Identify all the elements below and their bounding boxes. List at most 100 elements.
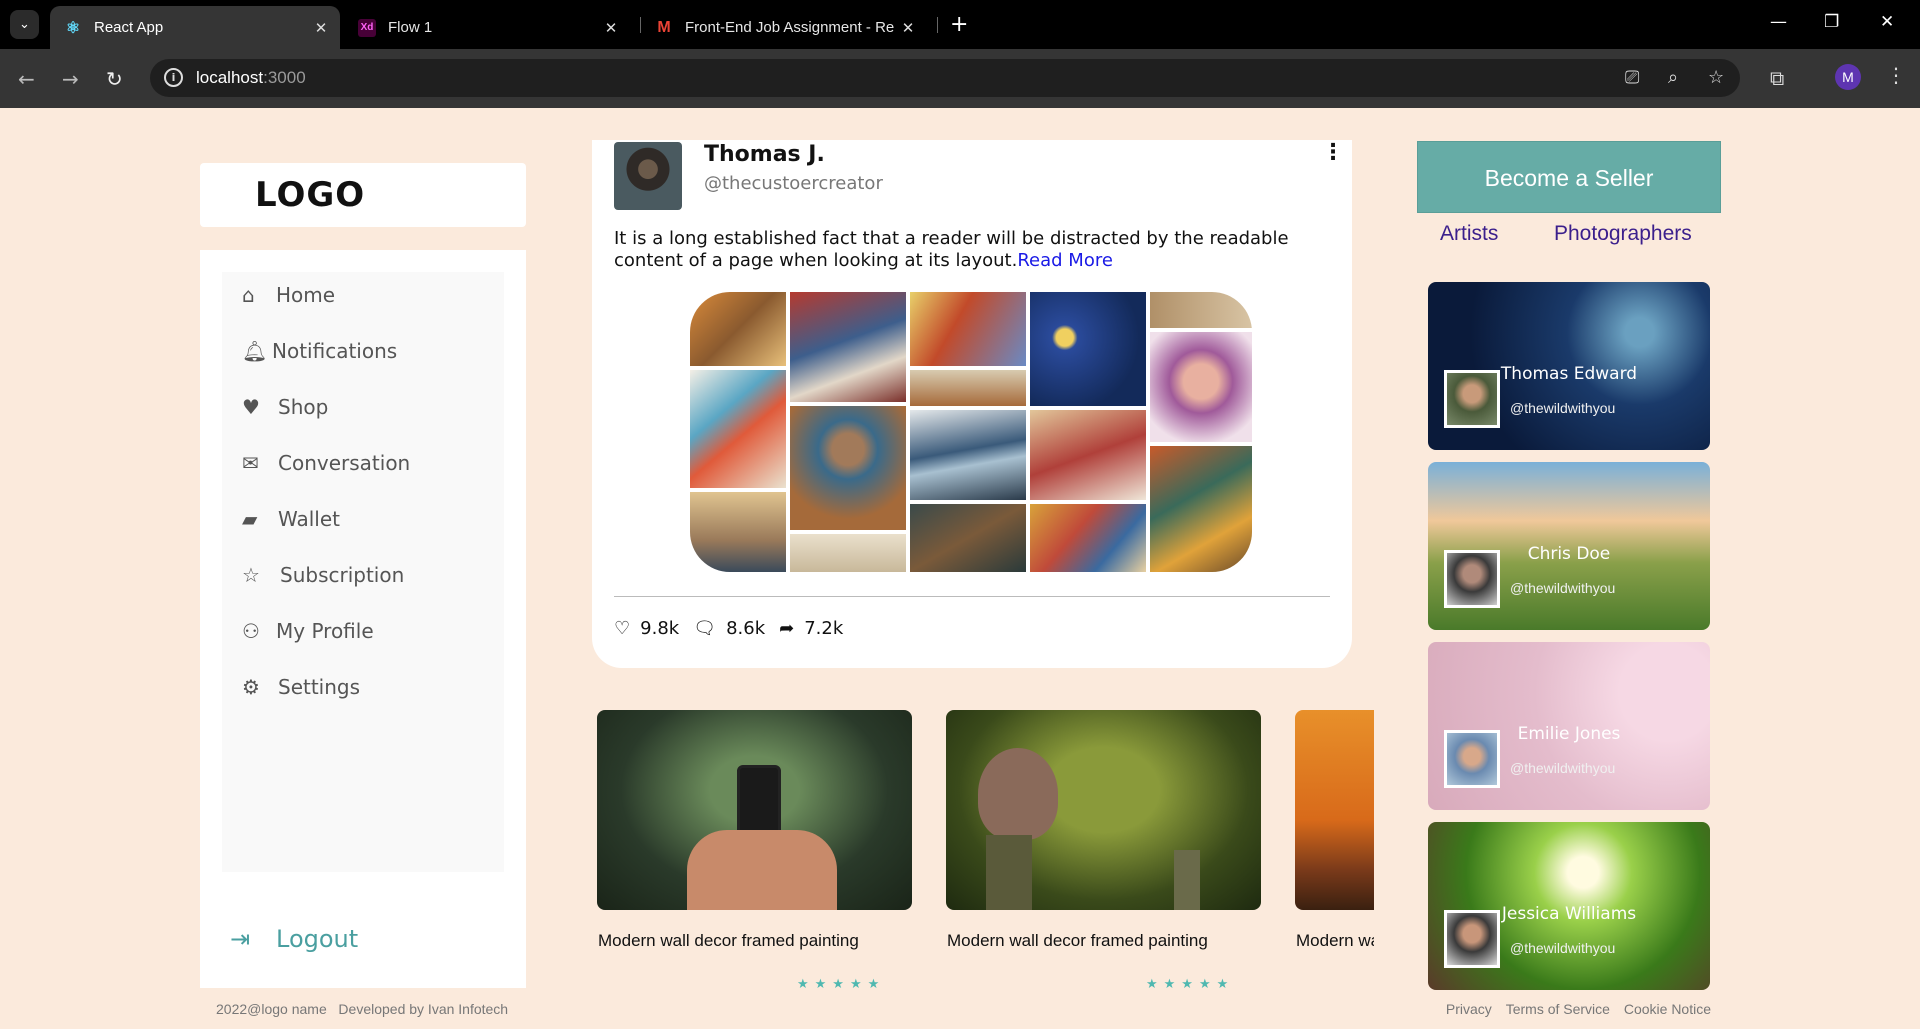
collage-tile: [910, 410, 1026, 500]
profile-card[interactable]: Jessica Williams @thewildwithyou: [1428, 822, 1710, 990]
profile-name: Jessica Williams: [1501, 904, 1637, 924]
profile-card[interactable]: Thomas Edward @thewildwithyou: [1428, 282, 1710, 450]
product-card[interactable]: Modern wall decor framed painting ★★★★★: [1290, 705, 1374, 990]
tab-search-button[interactable]: ⌄: [10, 10, 39, 39]
collage-tile: [910, 370, 1026, 406]
tab-title: Front-End Job Assignment - Re: [685, 19, 895, 36]
home-icon: ⌂: [242, 283, 255, 307]
profile-handle: @thewildwithyou: [1510, 580, 1616, 596]
logout-button[interactable]: ⇥ Logout: [230, 925, 358, 953]
logo-card: LOGO: [200, 163, 526, 227]
product-title: Modern wall decor framed painting: [947, 931, 1208, 950]
site-info-icon[interactable]: i: [164, 68, 183, 87]
comments-count: 8.6k: [726, 618, 766, 639]
sidebar-item-home[interactable]: ⌂ Home: [242, 280, 335, 310]
window-close-icon[interactable]: ✕: [1880, 12, 1894, 32]
zoom-icon[interactable]: ⌕: [1668, 67, 1678, 88]
star-icon: ☆: [242, 563, 260, 587]
address-bar-row: ← → ↻ i localhost:3000 ⎚ ⌕ ☆ ⧉ M ⋮: [0, 49, 1920, 108]
sidebar-item-label: Shop: [278, 395, 329, 419]
share-icon[interactable]: ➦: [779, 618, 794, 639]
tab-gmail[interactable]: M Front-End Job Assignment - Re ✕: [647, 6, 927, 49]
sidebar-item-wallet[interactable]: ▰ Wallet: [242, 504, 340, 534]
new-tab-plus-icon[interactable]: +: [950, 12, 968, 37]
footer-developer[interactable]: Developed by Ivan Infotech: [338, 1001, 508, 1017]
sidebar-item-label: My Profile: [276, 619, 374, 643]
read-more-link[interactable]: Read More: [1017, 250, 1113, 271]
post-author-name[interactable]: Thomas J.: [704, 142, 825, 167]
close-icon[interactable]: ✕: [600, 19, 622, 37]
terms-link[interactable]: Terms of Service: [1506, 1001, 1610, 1017]
collage-tile: [910, 504, 1026, 572]
gmail-icon: M: [657, 18, 671, 36]
collage-tile: [1030, 292, 1146, 406]
product-card[interactable]: Modern wall decor framed painting ★★★★★: [592, 705, 922, 990]
product-title: Modern wall decor framed painting: [598, 931, 859, 950]
collage-tile: [1150, 446, 1252, 572]
collage-tile: [690, 292, 786, 366]
sidebar-item-settings[interactable]: ⚙ Settings: [242, 672, 360, 702]
sidebar-item-conversation[interactable]: ✉ Conversation: [242, 448, 410, 478]
become-seller-button[interactable]: Become a Seller: [1417, 141, 1721, 213]
collage-tile: [690, 370, 786, 488]
avatar[interactable]: [614, 142, 682, 210]
collage-tile: [790, 292, 906, 402]
product-card[interactable]: Modern wall decor framed painting ★★★★★: [941, 705, 1271, 990]
forward-arrow-icon[interactable]: →: [62, 67, 79, 91]
tab-react-app[interactable]: ⚛ React App ✕: [50, 6, 340, 49]
url-text: localhost:3000: [196, 68, 306, 88]
minimize-icon[interactable]: —: [1770, 12, 1787, 32]
stump-shape: [986, 835, 1032, 910]
close-icon[interactable]: ✕: [310, 19, 332, 37]
wallet-icon: ▰: [242, 507, 258, 531]
envelope-icon: ✉: [242, 451, 259, 475]
profile-card[interactable]: Chris Doe @thewildwithyou: [1428, 462, 1710, 630]
extensions-puzzle-icon[interactable]: ⧉: [1770, 66, 1784, 90]
sidebar-item-notifications[interactable]: 🔔︎ Notifications: [242, 336, 397, 366]
profile-handle: @thewildwithyou: [1510, 760, 1616, 776]
address-input[interactable]: i localhost:3000 ⎚ ⌕ ☆: [150, 59, 1740, 97]
bookmark-star-icon[interactable]: ☆: [1708, 67, 1724, 88]
photographers-link[interactable]: Photographers: [1554, 222, 1692, 246]
sidebar-item-my-profile[interactable]: ⚇ My Profile: [242, 616, 374, 646]
profile-handle: @thewildwithyou: [1510, 940, 1616, 956]
browser-tab-bar: ⌄ ⚛ React App ✕ Xd Flow 1 ✕ M Front-End …: [0, 0, 1920, 49]
product-image[interactable]: [597, 710, 912, 910]
browser-menu-icon[interactable]: ⋮: [1886, 63, 1906, 87]
artists-link[interactable]: Artists: [1440, 222, 1498, 246]
profile-card[interactable]: Emilie Jones @thewildwithyou: [1428, 642, 1710, 810]
post-text: It is a long established fact that a rea…: [614, 228, 1289, 271]
sidebar-item-shop[interactable]: ♥ Shop: [242, 392, 328, 422]
collage-tile: [790, 406, 906, 530]
product-image[interactable]: [1295, 710, 1374, 910]
comment-icon[interactable]: 🗨︎: [693, 618, 716, 639]
install-app-icon[interactable]: ⎚: [1625, 67, 1639, 88]
user-icon: ⚇: [242, 619, 260, 643]
tab-flow-1[interactable]: Xd Flow 1 ✕: [350, 6, 630, 49]
reload-icon[interactable]: ↻: [106, 67, 123, 91]
url-port: :3000: [263, 68, 306, 87]
post-image-collage[interactable]: [690, 292, 1252, 572]
privacy-link[interactable]: Privacy: [1446, 1001, 1492, 1017]
profile-name: Emilie Jones: [1517, 724, 1621, 744]
sidebar-item-label: Wallet: [278, 507, 341, 531]
restore-icon[interactable]: ❐: [1824, 12, 1839, 32]
sidebar-item-subscription[interactable]: ☆ Subscription: [242, 560, 404, 590]
close-icon[interactable]: ✕: [897, 19, 919, 37]
product-title: Modern wall decor framed painting: [1296, 931, 1374, 950]
logout-label: Logout: [276, 925, 359, 953]
cookie-notice-link[interactable]: Cookie Notice: [1624, 1001, 1711, 1017]
react-icon: ⚛: [65, 19, 81, 37]
profile-avatar[interactable]: M: [1835, 64, 1861, 90]
more-options-icon[interactable]: ⋮: [1322, 140, 1344, 165]
back-arrow-icon[interactable]: ←: [18, 67, 35, 91]
tab-title: React App: [94, 19, 164, 36]
gear-icon: ⚙: [242, 675, 260, 699]
sidebar-nav: ⌂ Home 🔔︎ Notifications ♥ Shop ✉ Convers…: [222, 272, 504, 872]
rating-stars: ★★★★★: [1146, 977, 1235, 990]
footer-copyright: 2022@logo name: [216, 1001, 327, 1017]
logo-text[interactable]: LOGO: [255, 175, 365, 215]
like-icon[interactable]: ♡: [614, 618, 630, 639]
product-image[interactable]: [946, 710, 1261, 910]
collage-tile: [1150, 332, 1252, 442]
